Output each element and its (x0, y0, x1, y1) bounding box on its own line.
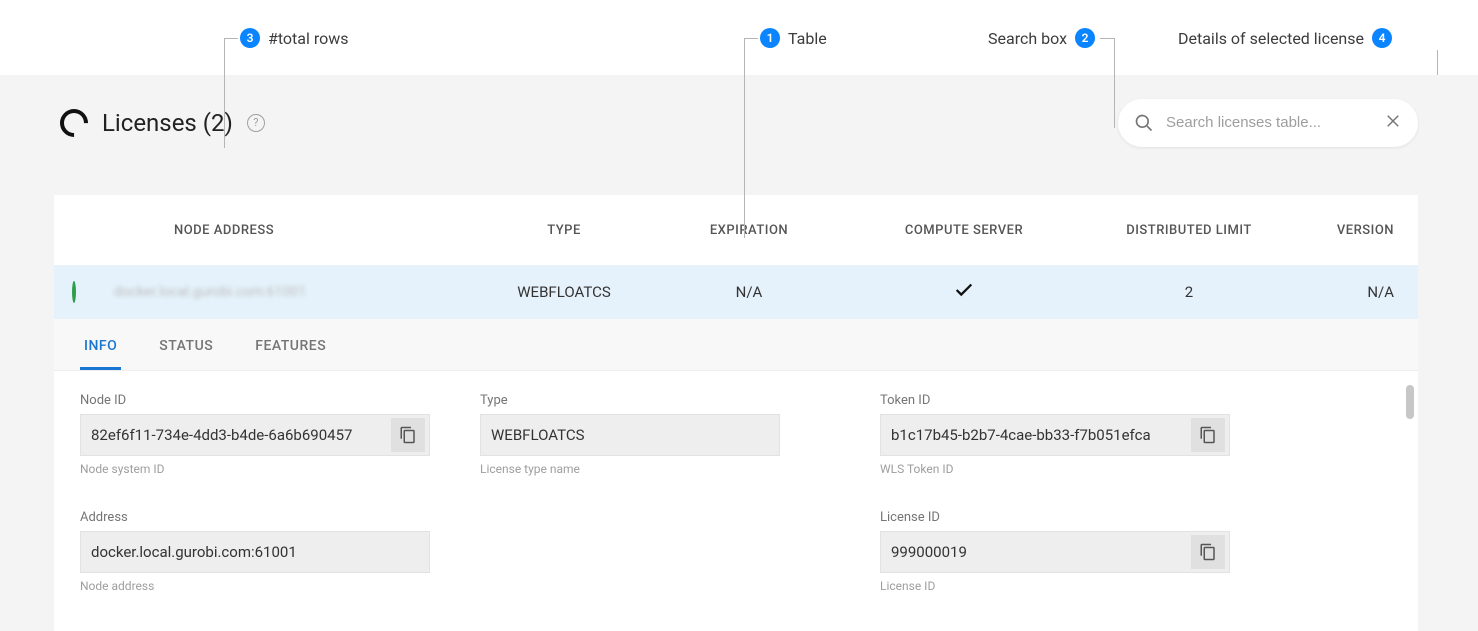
copy-icon (399, 426, 417, 444)
annotation-layer: 3 #total rows 1 Table Search box 2 Detai… (0, 0, 1478, 70)
value-address: docker.local.gurobi.com:61001 (91, 543, 419, 561)
th-version[interactable]: VERSION (1294, 223, 1414, 238)
callout-badge-3: 3 (240, 28, 260, 48)
label-token-id: Token ID (880, 393, 1230, 408)
field-token-id: Token ID b1c17b45-b2b7-4cae-bb33-f7b051e… (880, 393, 1230, 476)
th-expiration[interactable]: EXPIRATION (654, 223, 844, 238)
help-license-id: License ID (880, 579, 1230, 593)
label-address: Address (80, 510, 430, 525)
details-panel: Node ID 82ef6f11-734e-4dd3-b4de-6a6b6904… (54, 371, 1418, 603)
cell-distributed-limit: 2 (1084, 283, 1294, 301)
cell-node-address: docker.local.gurobi.com:61001 (114, 284, 474, 300)
field-node-id: Node ID 82ef6f11-734e-4dd3-b4de-6a6b6904… (80, 393, 430, 476)
tab-features[interactable]: FEATURES (251, 324, 330, 370)
logo-icon (54, 103, 94, 143)
field-address: Address docker.local.gurobi.com:61001 No… (80, 510, 430, 593)
page-header: Licenses (2) ? (60, 95, 1418, 150)
callout-label-4: Details of selected license (1178, 29, 1364, 48)
th-distributed-limit[interactable]: DISTRIBUTED LIMIT (1084, 223, 1294, 238)
th-node-address[interactable]: NODE ADDRESS (114, 223, 474, 238)
value-token-id: b1c17b45-b2b7-4cae-bb33-f7b051efca (891, 426, 1191, 444)
value-license-id: 999000019 (891, 543, 1191, 561)
copy-license-id-button[interactable] (1191, 535, 1225, 569)
copy-token-id-button[interactable] (1191, 418, 1225, 452)
copy-node-id-button[interactable] (391, 418, 425, 452)
callout-label-2: Search box (988, 29, 1067, 48)
value-token-id-box: b1c17b45-b2b7-4cae-bb33-f7b051efca (880, 414, 1230, 456)
table-header: NODE ADDRESS TYPE EXPIRATION COMPUTE SER… (54, 195, 1418, 265)
cell-compute-server (844, 279, 1084, 306)
callout-badge-2: 2 (1075, 28, 1095, 48)
tab-info[interactable]: INFO (80, 324, 121, 370)
value-type-box: WEBFLOATCS (480, 414, 780, 456)
page-title: Licenses (2) (102, 109, 233, 137)
value-node-id: 82ef6f11-734e-4dd3-b4de-6a6b690457 (91, 426, 391, 444)
field-type: Type WEBFLOATCS License type name (480, 393, 830, 476)
cell-expiration: N/A (654, 283, 844, 301)
callout-table: 1 Table (760, 28, 827, 48)
value-address-box: docker.local.gurobi.com:61001 (80, 531, 430, 573)
callout-label-1: Table (788, 29, 827, 48)
cell-version: N/A (1294, 283, 1414, 301)
callout-total-rows: 3 #total rows (240, 28, 349, 48)
cell-type: WEBFLOATCS (474, 283, 654, 301)
status-indicator-icon (72, 281, 76, 303)
value-node-id-box: 82ef6f11-734e-4dd3-b4de-6a6b690457 (80, 414, 430, 456)
label-node-id: Node ID (80, 393, 430, 408)
callout-search: Search box 2 (988, 28, 1095, 48)
tab-status[interactable]: STATUS (155, 324, 217, 370)
help-type: License type name (480, 462, 830, 476)
help-token-id: WLS Token ID (880, 462, 1230, 476)
table-row[interactable]: docker.local.gurobi.com:61001 WEBFLOATCS… (54, 265, 1418, 319)
callout-label-3: #total rows (268, 29, 349, 48)
scrollbar-thumb[interactable] (1406, 385, 1414, 419)
licenses-card: NODE ADDRESS TYPE EXPIRATION COMPUTE SER… (54, 195, 1418, 631)
search-icon (1134, 113, 1154, 133)
value-type: WEBFLOATCS (491, 426, 769, 444)
th-type[interactable]: TYPE (474, 223, 654, 238)
label-type: Type (480, 393, 830, 408)
value-license-id-box: 999000019 (880, 531, 1230, 573)
callout-details: Details of selected license 4 (1178, 28, 1392, 48)
callout-badge-4: 4 (1372, 28, 1392, 48)
th-compute-server[interactable]: COMPUTE SERVER (844, 223, 1084, 238)
check-icon (953, 279, 975, 301)
label-license-id: License ID (880, 510, 1230, 525)
help-icon[interactable]: ? (247, 114, 265, 132)
copy-icon (1199, 543, 1217, 561)
search-box[interactable] (1118, 99, 1418, 147)
close-icon[interactable] (1384, 112, 1402, 134)
search-input[interactable] (1166, 114, 1372, 131)
help-node-id: Node system ID (80, 462, 430, 476)
page-body: Licenses (2) ? NODE ADDRESS TYPE EXPIRAT… (0, 75, 1478, 631)
field-license-id: License ID 999000019 License ID (880, 510, 1230, 593)
copy-icon (1199, 426, 1217, 444)
detail-tabs: INFO STATUS FEATURES (54, 319, 1418, 371)
callout-badge-1: 1 (760, 28, 780, 48)
help-address: Node address (80, 579, 430, 593)
